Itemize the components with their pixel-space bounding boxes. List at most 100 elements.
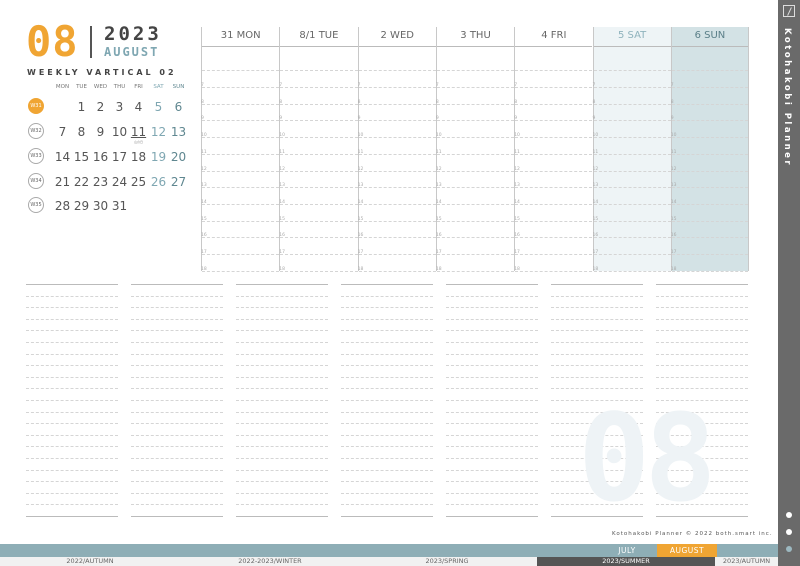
nav-dot-2[interactable] — [786, 529, 792, 535]
calendar-day[interactable]: 28 — [53, 199, 72, 213]
calendar-day[interactable]: 22 — [72, 175, 91, 189]
note-line — [341, 434, 433, 436]
season-tab[interactable]: 2023/SUMMER — [537, 557, 715, 566]
hour-line — [358, 254, 436, 255]
week-number-badge[interactable]: W33 — [28, 148, 44, 164]
hour-line — [436, 220, 515, 222]
calendar-day[interactable]: 16 — [91, 150, 110, 164]
calendar-day[interactable]: 24 — [110, 175, 129, 189]
week-number-badge[interactable]: W31 — [28, 98, 44, 114]
calendar-day[interactable]: 27 — [169, 175, 188, 189]
calendar-day[interactable]: 10 — [110, 125, 129, 139]
calendar-day[interactable]: 9 — [91, 125, 110, 139]
hour-line — [280, 137, 358, 139]
note-line — [236, 376, 328, 378]
hour-line — [671, 237, 749, 239]
calendar-day[interactable]: 2 — [91, 100, 110, 114]
day-column-label: 3 THU — [460, 30, 491, 41]
note-line — [341, 492, 433, 494]
calendar-day[interactable]: 17 — [110, 150, 129, 164]
note-line — [341, 516, 433, 517]
hour-label: 8 — [435, 99, 439, 105]
hour-line — [280, 220, 358, 222]
calendar-day[interactable]: 29 — [72, 199, 91, 213]
calendar-day[interactable]: 11 — [129, 125, 148, 139]
calendar-day[interactable]: 3 — [110, 100, 129, 114]
week-number-badge[interactable]: W34 — [28, 173, 44, 189]
day-column[interactable]: 3 THU 7 8 9 10 11 12 13 14 15 16 17 18 — [435, 27, 515, 272]
day-column[interactable]: 31 MON 7 8 9 10 11 12 13 14 15 16 17 18 — [201, 27, 280, 272]
calendar-day[interactable]: 25 — [129, 175, 148, 189]
note-block[interactable] — [131, 284, 223, 517]
note-line — [236, 400, 328, 401]
week-number-badge[interactable]: W35 — [28, 197, 44, 213]
calendar-day[interactable]: 7 — [53, 125, 72, 139]
note-line — [446, 376, 538, 378]
calendar-day[interactable]: 6 — [169, 100, 188, 114]
hour-label: 7 — [514, 83, 518, 88]
day-column[interactable]: 2 WED 7 8 9 10 11 12 13 14 15 16 17 18 — [357, 27, 436, 272]
hour-label: 12 — [279, 166, 286, 172]
note-line — [446, 284, 538, 285]
calendar-day[interactable]: 12 — [149, 125, 168, 139]
calendar-day[interactable]: 8 — [72, 125, 91, 139]
note-block[interactable] — [236, 284, 328, 517]
hour-label: 15 — [279, 216, 286, 222]
note-line — [656, 307, 748, 309]
season-tab[interactable]: 2022/AUTUMN — [30, 557, 150, 566]
calendar-day[interactable]: 14 — [53, 150, 72, 164]
month-tab[interactable]: AUGUST — [657, 544, 717, 557]
calendar-day[interactable]: 5 — [149, 100, 168, 114]
note-line — [446, 342, 538, 343]
note-block[interactable] — [26, 284, 118, 517]
note-line — [131, 295, 223, 297]
calendar-day[interactable]: 30 — [91, 199, 110, 213]
season-tab[interactable]: 2022-2023/WINTER — [210, 557, 330, 566]
hour-line — [671, 70, 749, 72]
nav-dot-3[interactable] — [786, 546, 792, 552]
weekday-header: FRI — [134, 84, 143, 90]
calendar-day[interactable]: 4 — [129, 100, 148, 114]
hour-line — [436, 70, 515, 72]
note-block[interactable] — [341, 284, 433, 517]
day-column[interactable]: 5 SAT 7 8 9 10 11 12 13 14 15 16 17 18 — [592, 27, 671, 272]
nav-dot-1[interactable] — [786, 512, 792, 518]
day-column[interactable]: 4 FRI 7 8 9 10 11 12 13 14 15 16 17 18 — [514, 27, 593, 272]
hour-line — [280, 170, 358, 172]
hour-line — [436, 254, 515, 255]
calendar-day[interactable]: 18 — [129, 150, 148, 164]
note-line — [341, 365, 433, 367]
hour-line — [358, 153, 436, 155]
calendar-day[interactable]: 31 — [110, 199, 129, 213]
season-tab[interactable]: 2023/AUTUMN — [715, 557, 778, 566]
calendar-day[interactable]: 23 — [91, 175, 110, 189]
hour-line — [515, 220, 593, 222]
hour-line — [202, 170, 280, 172]
note-line — [236, 446, 328, 448]
hour-label: 13 — [592, 183, 599, 189]
calendar-day[interactable]: 20 — [169, 150, 188, 164]
calendar-day[interactable]: 13 — [169, 125, 188, 139]
note-line — [341, 376, 433, 378]
hour-label: 11 — [357, 149, 364, 155]
hour-label: 18 — [670, 266, 677, 272]
week-number-badge[interactable]: W32 — [28, 123, 44, 139]
note-line — [131, 469, 223, 471]
note-block[interactable] — [446, 284, 538, 517]
day-column[interactable]: 6 SUN 7 8 9 10 11 12 13 14 15 16 17 18 — [670, 27, 750, 272]
calendar-day[interactable]: 26 — [149, 175, 168, 189]
calendar-day[interactable]: 21 — [53, 175, 72, 189]
day-column[interactable]: 8/1 TUE 7 8 9 10 11 12 13 14 15 16 17 18 — [279, 27, 358, 272]
note-line — [131, 423, 223, 425]
month-tab[interactable]: JULY — [597, 544, 657, 557]
season-tab[interactable]: 2023/SPRING — [387, 557, 507, 566]
note-line — [656, 342, 748, 343]
calendar-day[interactable]: 15 — [72, 150, 91, 164]
hour-line — [515, 103, 593, 105]
calendar-day[interactable]: 1 — [72, 100, 91, 114]
calendar-day[interactable]: 19 — [149, 150, 168, 164]
hour-line — [515, 203, 593, 205]
pen-icon[interactable] — [783, 5, 795, 17]
note-line — [26, 388, 118, 390]
note-line — [131, 330, 223, 332]
